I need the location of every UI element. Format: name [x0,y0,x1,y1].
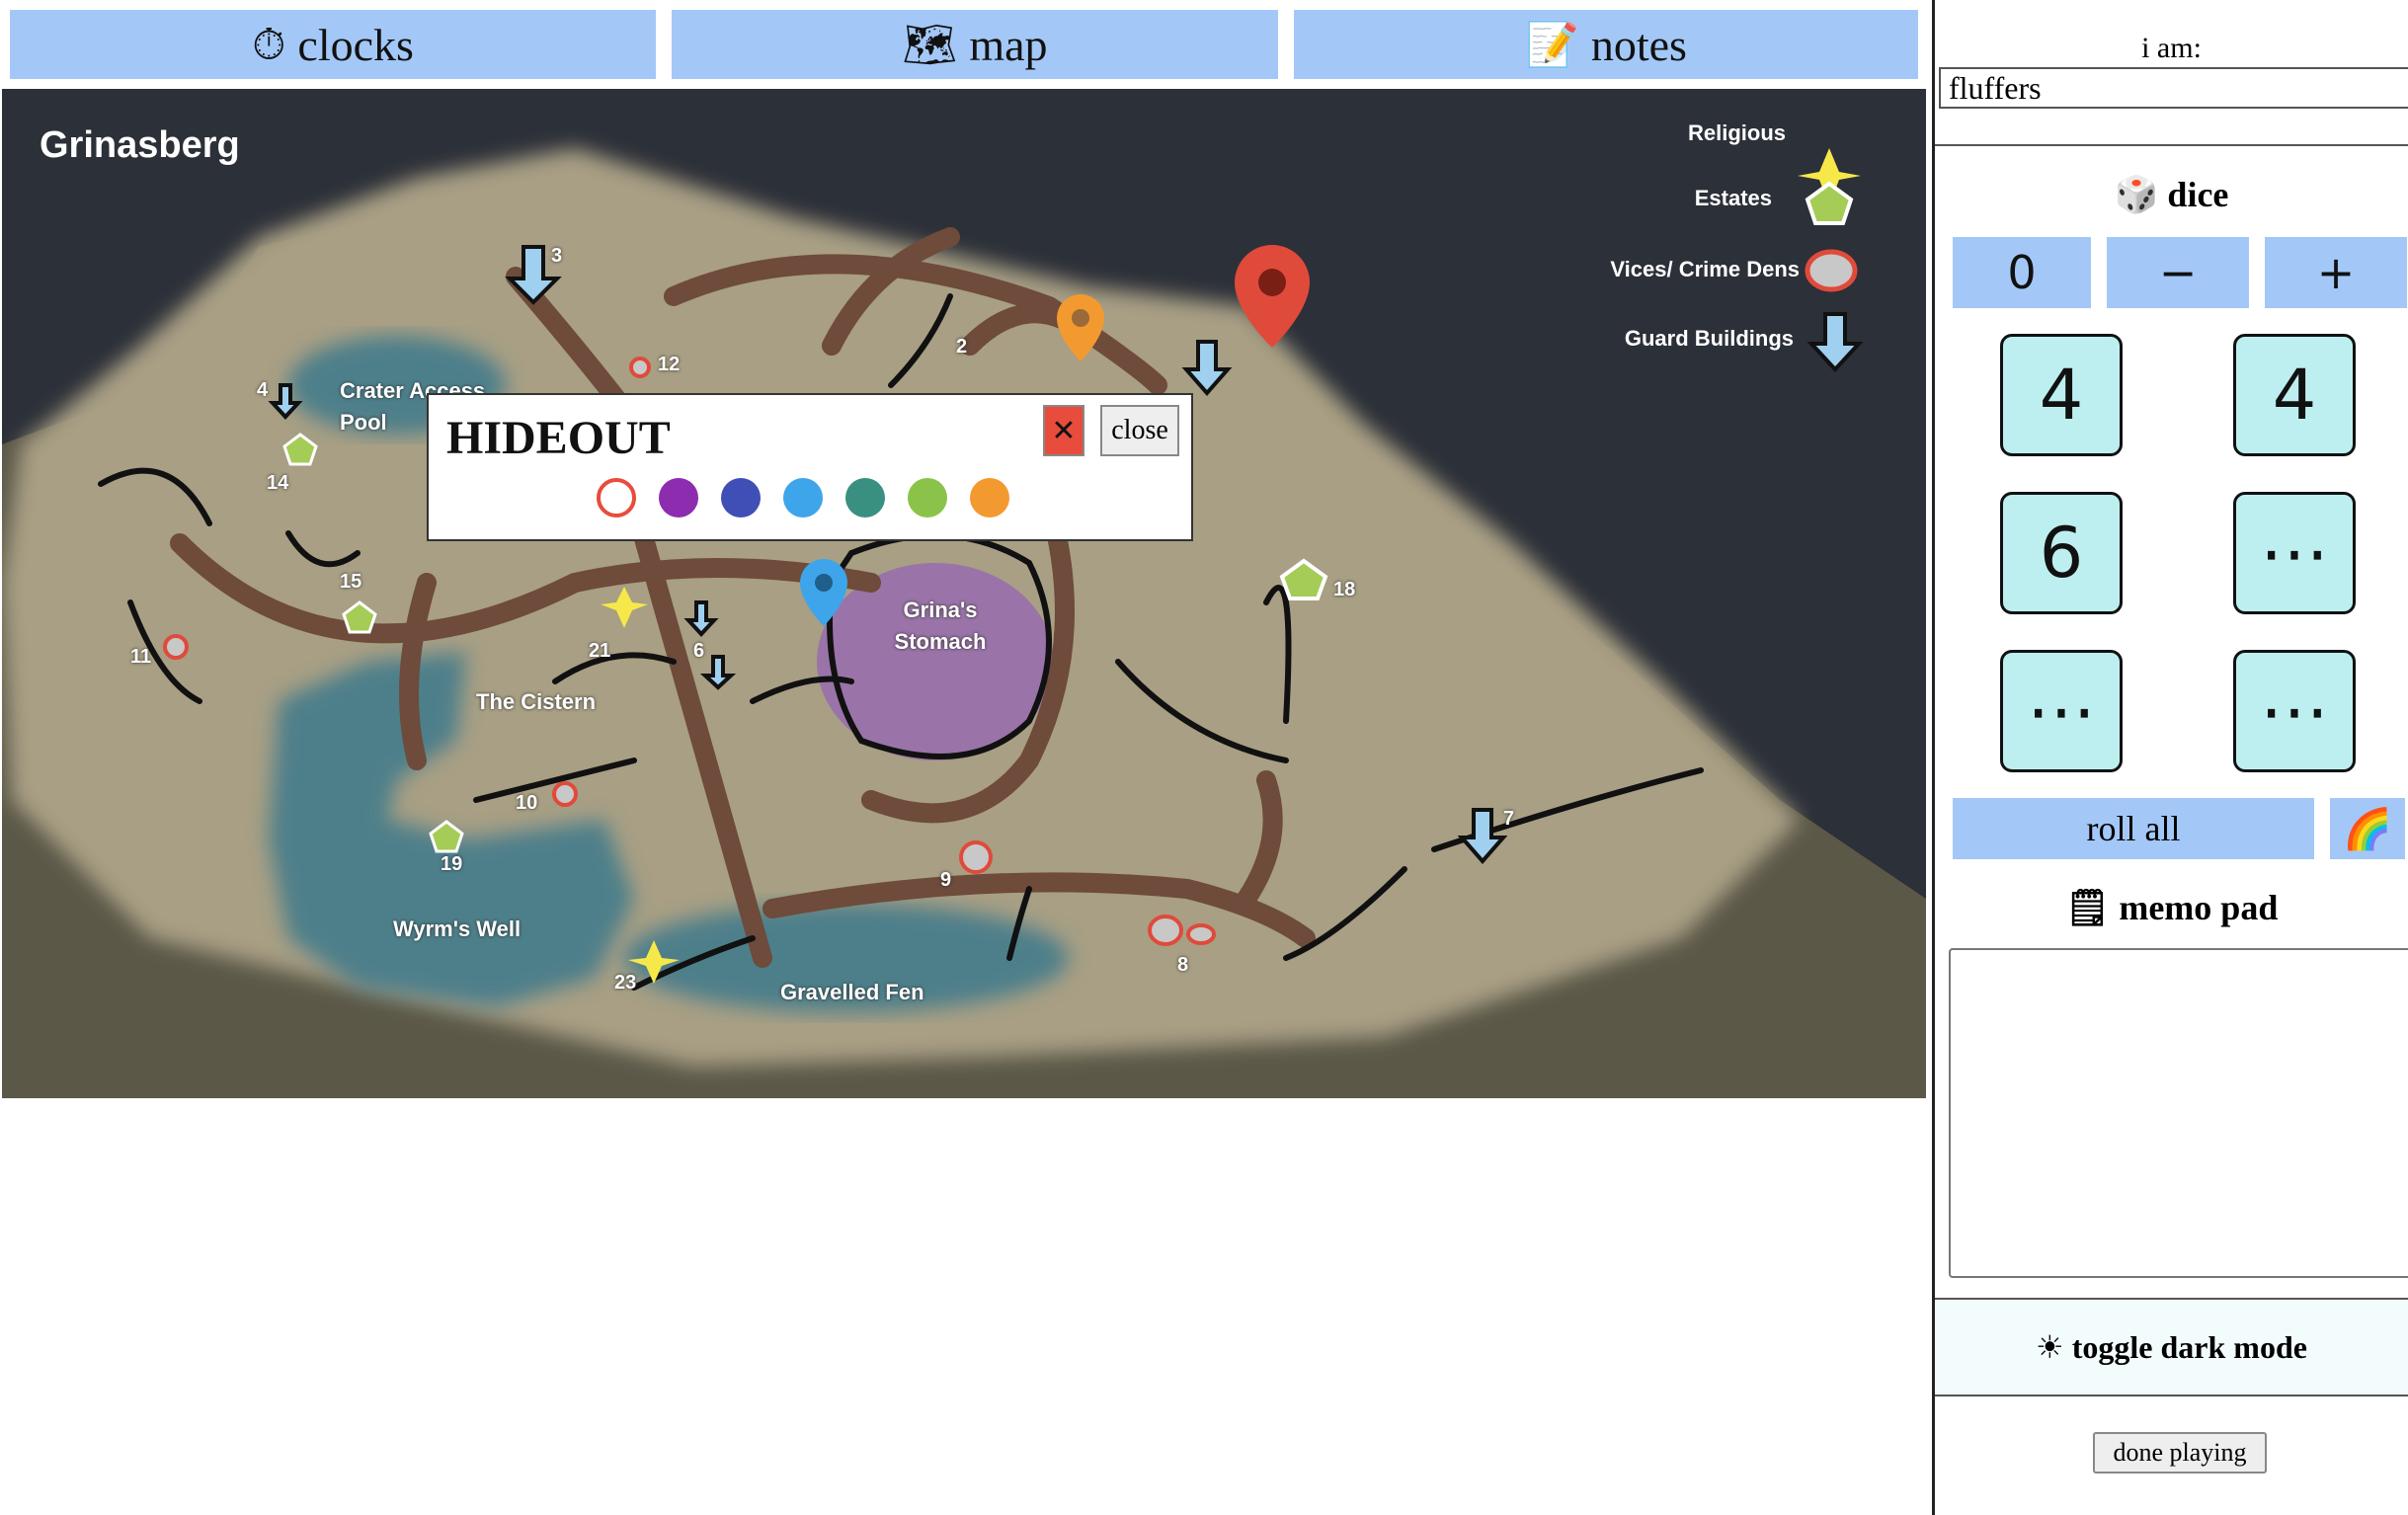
memo-textarea[interactable] [1949,948,2408,1278]
map-artwork [2,89,1926,1098]
map-marker-number: 21 [589,640,611,662]
map-marker-number: 23 [614,972,637,994]
map-marker-number: 11 [130,646,152,668]
legend-guard-buildings: Guard Buildings [1624,326,1794,351]
color-swatches [597,478,1032,518]
map-marker-number: 15 [340,571,362,593]
die-4[interactable]: ⋯ [2233,492,2356,614]
notepad-icon: 🗒 [2064,888,2111,928]
area-label-wyrms-well: Wyrm's Well [393,917,522,941]
die-6[interactable]: ⋯ [2233,650,2356,772]
sun-icon: ☀ [2036,1328,2064,1366]
tab-notes[interactable]: 📝 notes [1294,10,1918,79]
die-2[interactable]: 4 [2233,334,2356,456]
close-popup-button[interactable]: close [1100,405,1179,456]
iam-label: i am: [2141,32,2202,64]
delete-marker-button[interactable]: ✕ [1043,405,1084,456]
swatch-red[interactable] [597,478,636,518]
swatch-orange[interactable] [970,478,1009,518]
sidebar: i am: fluffers 🎲 dice 0 − + 4 4 6 ⋯ ⋯ ⋯ … [1932,0,2408,1515]
tab-clocks[interactable]: ⏱ clocks [10,10,656,79]
tab-clocks-label: clocks [297,19,414,70]
swatch-indigo[interactable] [721,478,761,518]
memo-heading-label: memo pad [2119,888,2279,927]
area-label-gravelled-fen: Gravelled Fen [780,980,924,1004]
swatch-green[interactable] [908,478,947,518]
map-marker-number: 19 [441,853,463,875]
dice-heading-label: dice [2167,175,2229,214]
map-marker-number: 6 [693,640,705,662]
dice-decrement-button[interactable]: − [2107,237,2249,308]
done-playing-button[interactable]: done playing [2093,1432,2267,1474]
area-label-the-cistern: The Cistern [476,689,597,714]
divider [1935,144,2408,146]
hideout-popup: HIDEOUT ✕ close [427,393,1193,541]
map-title: Grinasberg [40,124,240,166]
area-label-grinas-stomach: Grina's Stomach [894,598,987,654]
map-marker-number: 7 [1503,808,1515,830]
dice-count-display: 0 [1953,237,2091,308]
memo-icon: 📝 [1525,20,1579,70]
die-3[interactable]: 6 [2000,492,2123,614]
stopwatch-icon: ⏱ [252,19,286,70]
tab-map-label: map [969,19,1048,70]
swatch-blue[interactable] [783,478,823,518]
die-1[interactable]: 4 [2000,334,2123,456]
dice-heading: 🎲 dice [1935,174,2408,215]
toggle-dark-mode-button[interactable]: ☀ toggle dark mode [1935,1298,2408,1396]
memo-heading: 🗒 memo pad [1935,887,2408,928]
dice-increment-button[interactable]: + [2265,237,2407,308]
tab-notes-label: notes [1590,19,1687,70]
swatch-teal[interactable] [845,478,885,518]
map-marker-number: 8 [1177,954,1189,976]
swatch-purple[interactable] [659,478,698,518]
map-marker-number: 2 [956,336,968,358]
die-5[interactable]: ⋯ [2000,650,2123,772]
tab-map[interactable]: 🗺 map [672,10,1278,79]
top-tab-bar: ⏱ clocks 🗺 map 📝 notes [0,0,1930,87]
player-name-input[interactable]: fluffers [1939,67,2408,109]
map-marker-number: 14 [267,472,289,494]
legend-estates: Estates [1694,186,1772,210]
roll-all-button[interactable]: roll all [1953,798,2314,859]
map-marker-number: 12 [658,354,681,375]
rainbow-icon[interactable]: 🌈 [2330,798,2405,859]
map-marker-number: 9 [940,869,952,891]
popup-title: HIDEOUT [446,412,671,464]
map-marker-number: 10 [516,792,538,814]
toggle-dark-mode-label: toggle dark mode [2071,1328,2307,1365]
map-marker-number: 18 [1333,579,1356,600]
map-icon: 🗺 [902,20,958,70]
map-marker-number: 3 [551,245,563,267]
city-map[interactable]: Grinasberg Crater Access Pool The Cister… [2,89,1926,1098]
legend-religious: Religious [1687,120,1786,145]
map-marker-number: 4 [257,379,269,401]
dice-icon: 🎲 [2114,175,2159,215]
legend-vices-crime-dens: Vices/ Crime Dens [1610,257,1800,281]
